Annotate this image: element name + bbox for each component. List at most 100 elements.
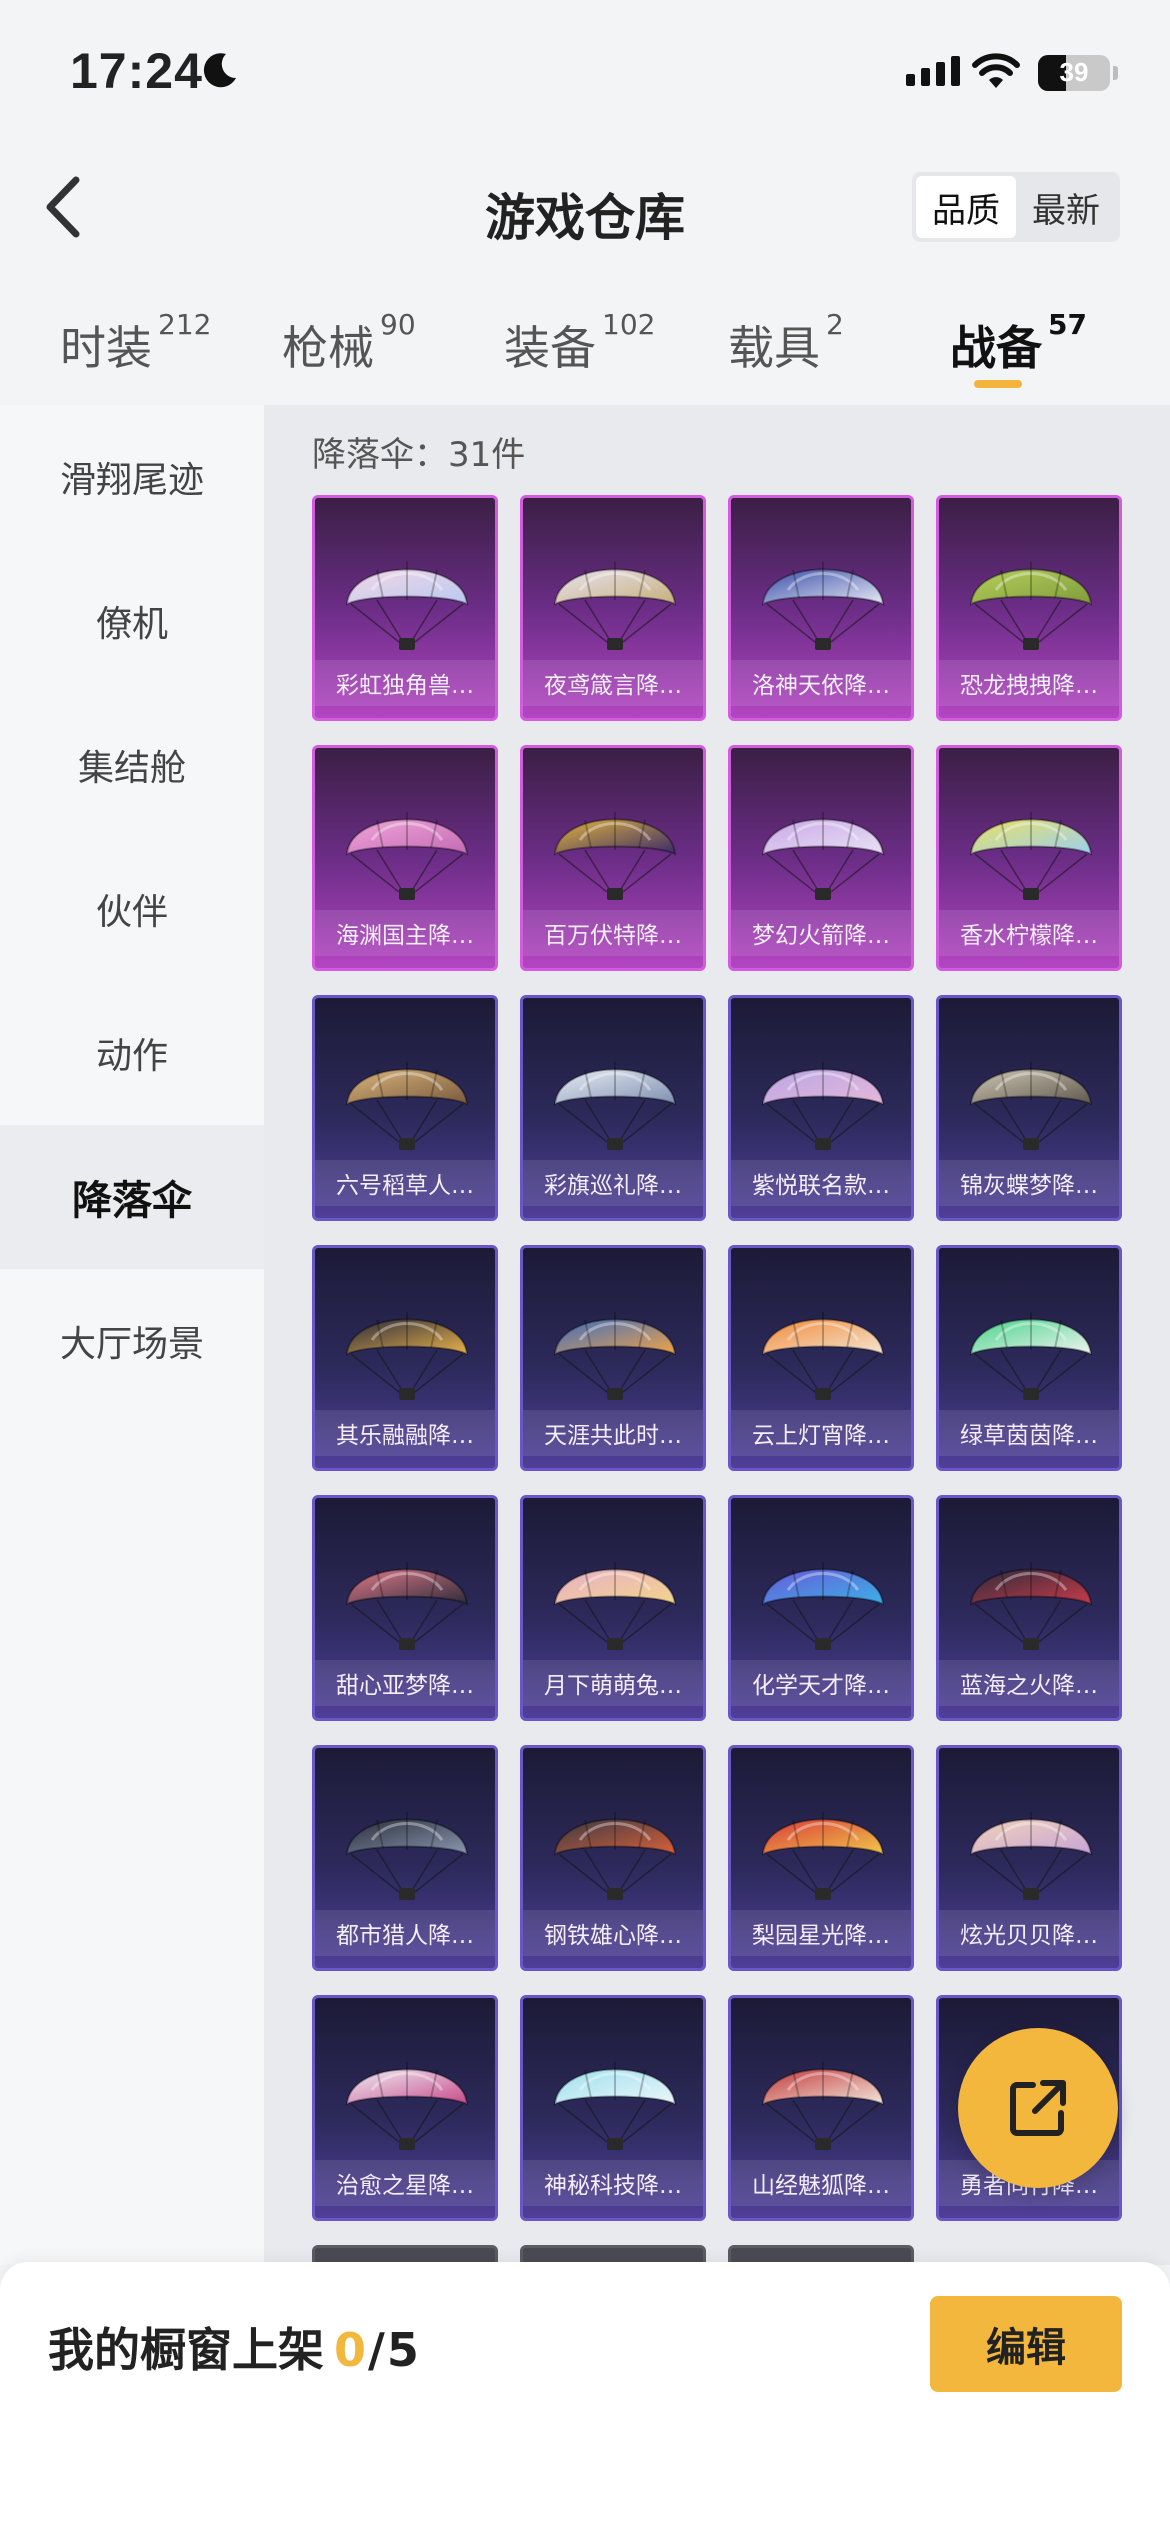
parachute-name: 百万伏特降… (523, 910, 703, 956)
sidebar-item-wingman[interactable]: 僚机 (0, 549, 264, 693)
tab-readiness[interactable]: 战备 57 (950, 308, 1087, 378)
parachute-icon (553, 812, 677, 900)
parachute-name: 绿草茵茵降… (939, 1410, 1119, 1456)
parachute-card[interactable]: 月下萌萌兔… (520, 1495, 706, 1721)
parachute-icon (553, 1562, 677, 1650)
sidebar-item-glide-trail[interactable]: 滑翔尾迹 (0, 405, 264, 549)
parachute-count: 降落伞：31件 (312, 435, 526, 475)
showcase-label: 我的橱窗上架 (48, 2323, 324, 2377)
tab-count: 212 (158, 308, 212, 341)
parachute-name: 月下萌萌兔… (523, 1660, 703, 1706)
parachute-name: 天涯共此时… (523, 1410, 703, 1456)
parachute-name: 钢铁雄心降… (523, 1910, 703, 1956)
parachute-name: 梨园星光降… (731, 1910, 911, 1956)
tab-label: 战备 (950, 321, 1042, 375)
share-button[interactable] (958, 2028, 1118, 2188)
sidebar: 滑翔尾迹 僚机 集结舱 伙伴 动作 降落伞 大厅场景 (0, 405, 264, 2265)
parachute-name: 锦灰蝶梦降… (939, 1160, 1119, 1206)
parachute-name: 夜鸢箴言降… (523, 660, 703, 706)
parachute-name: 都市猎人降… (315, 1910, 495, 1956)
parachute-icon (553, 562, 677, 650)
parachute-card[interactable]: 都市猎人降… (312, 1745, 498, 1971)
tab-fashion[interactable]: 时装 212 (60, 308, 211, 378)
parachute-icon (345, 562, 469, 650)
parachute-name: 洛神天依降… (731, 660, 911, 706)
parachute-card[interactable]: 恐龙拽拽降… (936, 495, 1122, 721)
parachute-card[interactable]: 彩旗巡礼降… (520, 995, 706, 1221)
showcase-current: 0 (334, 2323, 367, 2377)
parachute-icon (553, 1062, 677, 1150)
showcase-slash: / (368, 2323, 385, 2377)
parachute-name: 炫光贝贝降… (939, 1910, 1119, 1956)
parachute-card[interactable]: 百万伏特降… (520, 745, 706, 971)
parachute-card[interactable]: 梦幻火箭降… (728, 745, 914, 971)
sort-quality-button[interactable]: 品质 (916, 176, 1016, 238)
parachute-icon (553, 1812, 677, 1900)
parachute-icon (553, 2062, 677, 2150)
sidebar-item-lobby-scene[interactable]: 大厅场景 (0, 1269, 264, 1413)
parachute-card[interactable]: 山经魅狐降… (728, 1995, 914, 2221)
moon-icon (203, 53, 236, 88)
tab-count: 57 (1048, 308, 1087, 341)
parachute-icon (345, 1812, 469, 1900)
parachute-name: 山经魅狐降… (731, 2160, 911, 2206)
parachute-card[interactable]: 其乐融融降… (312, 1245, 498, 1471)
sidebar-item-companion[interactable]: 伙伴 (0, 837, 264, 981)
sort-toggle: 品质 最新 (912, 172, 1120, 242)
showcase-total: 5 (386, 2323, 419, 2377)
active-tab-indicator (974, 380, 1022, 388)
parachute-card[interactable]: 治愈之星降… (312, 1995, 498, 2221)
tab-vehicles[interactable]: 载具 2 (728, 308, 844, 378)
parachute-name: 香水柠檬降… (939, 910, 1119, 956)
sidebar-item-parachute[interactable]: 降落伞 (0, 1125, 264, 1269)
parachute-card[interactable]: 绿草茵茵降… (936, 1245, 1122, 1471)
parachute-icon (345, 2062, 469, 2150)
parachute-card[interactable]: 神秘科技降… (520, 1995, 706, 2221)
battery-percent: 39 (1059, 57, 1089, 87)
tab-weapons[interactable]: 枪械 90 (282, 308, 416, 378)
edit-button[interactable]: 编辑 (930, 2296, 1122, 2392)
parachute-card[interactable]: 蓝海之火降… (936, 1495, 1122, 1721)
parachute-card[interactable]: 梨园星光降… (728, 1745, 914, 1971)
parachute-name: 紫悦联名款… (731, 1160, 911, 1206)
parachute-name: 化学天才降… (731, 1660, 911, 1706)
parachute-name: 六号稻草人… (315, 1160, 495, 1206)
parachute-card[interactable]: 化学天才降… (728, 1495, 914, 1721)
parachute-card[interactable]: 海渊国主降… (312, 745, 498, 971)
tab-count: 102 (602, 308, 656, 341)
parachute-name: 蓝海之火降… (939, 1660, 1119, 1706)
parachute-card[interactable]: 锦灰蝶梦降… (936, 995, 1122, 1221)
parachute-card[interactable]: 钢铁雄心降… (520, 1745, 706, 1971)
parachute-card[interactable]: 天涯共此时… (520, 1245, 706, 1471)
tab-label: 枪械 (282, 321, 374, 375)
category-tabs: 时装 212 枪械 90 装备 102 载具 2 战备 57 (0, 300, 1170, 390)
parachute-icon (761, 1062, 885, 1150)
tab-label: 时装 (60, 321, 152, 375)
sidebar-item-pod[interactable]: 集结舱 (0, 693, 264, 837)
sort-newest-button[interactable]: 最新 (1016, 176, 1116, 238)
parachute-icon (761, 562, 885, 650)
parachute-card[interactable]: 洛神天依降… (728, 495, 914, 721)
tab-label: 装备 (504, 321, 596, 375)
status-bar: 17:24 39 (0, 0, 1170, 150)
parachute-icon (761, 812, 885, 900)
parachute-card[interactable]: 炫光贝贝降… (936, 1745, 1122, 1971)
parachute-card[interactable]: 紫悦联名款… (728, 995, 914, 1221)
parachute-name: 治愈之星降… (315, 2160, 495, 2206)
parachute-name: 恐龙拽拽降… (939, 660, 1119, 706)
item-grid-panel: 降落伞：31件 彩虹独角兽… 夜鸢箴言降… 洛神天依降… 恐龙拽拽降… 海渊国主降… 百万… (264, 405, 1170, 2265)
parachute-card[interactable]: 六号稻草人… (312, 995, 498, 1221)
tab-equipment[interactable]: 装备 102 (504, 308, 655, 378)
parachute-icon (969, 812, 1093, 900)
parachute-card[interactable]: 夜鸢箴言降… (520, 495, 706, 721)
sidebar-item-emote[interactable]: 动作 (0, 981, 264, 1125)
parachute-card[interactable]: 云上灯宵降… (728, 1245, 914, 1471)
parachute-name: 甜心亚梦降… (315, 1660, 495, 1706)
parachute-icon (761, 1312, 885, 1400)
parachute-card[interactable]: 彩虹独角兽… (312, 495, 498, 721)
parachute-card[interactable]: 香水柠檬降… (936, 745, 1122, 971)
parachute-card[interactable]: 甜心亚梦降… (312, 1495, 498, 1721)
parachute-icon (969, 1062, 1093, 1150)
parachute-icon (761, 2062, 885, 2150)
parachute-icon (969, 1312, 1093, 1400)
